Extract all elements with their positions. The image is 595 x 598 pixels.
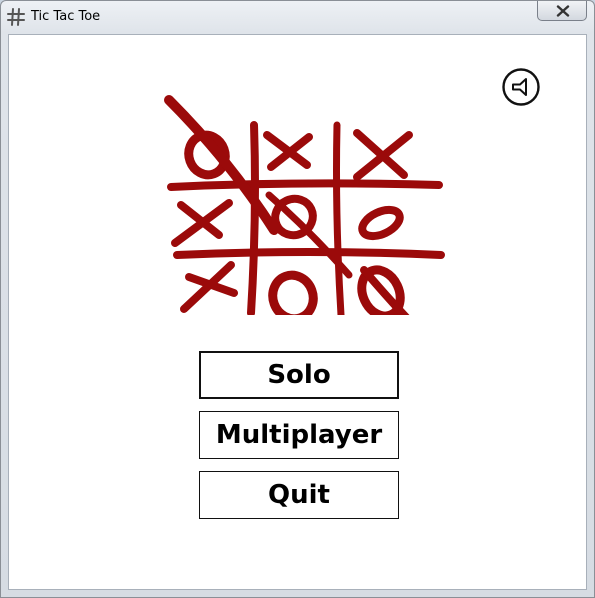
multiplayer-button[interactable]: Multiplayer (199, 411, 399, 459)
tic-tac-toe-logo (164, 95, 445, 315)
hash-grid-icon (7, 8, 25, 26)
window-title: Tic Tac Toe (31, 9, 101, 24)
app-window: Tic Tac Toe Solo Multiplayer Quit (0, 0, 595, 598)
quit-button[interactable]: Quit (199, 471, 399, 519)
close-button[interactable] (537, 1, 587, 21)
solo-button[interactable]: Solo (199, 351, 399, 399)
title-bar[interactable]: Tic Tac Toe (1, 1, 594, 33)
sound-toggle-button[interactable] (501, 67, 541, 107)
main-panel: Solo Multiplayer Quit (8, 34, 587, 590)
close-icon (556, 5, 570, 17)
speaker-icon (502, 68, 540, 106)
